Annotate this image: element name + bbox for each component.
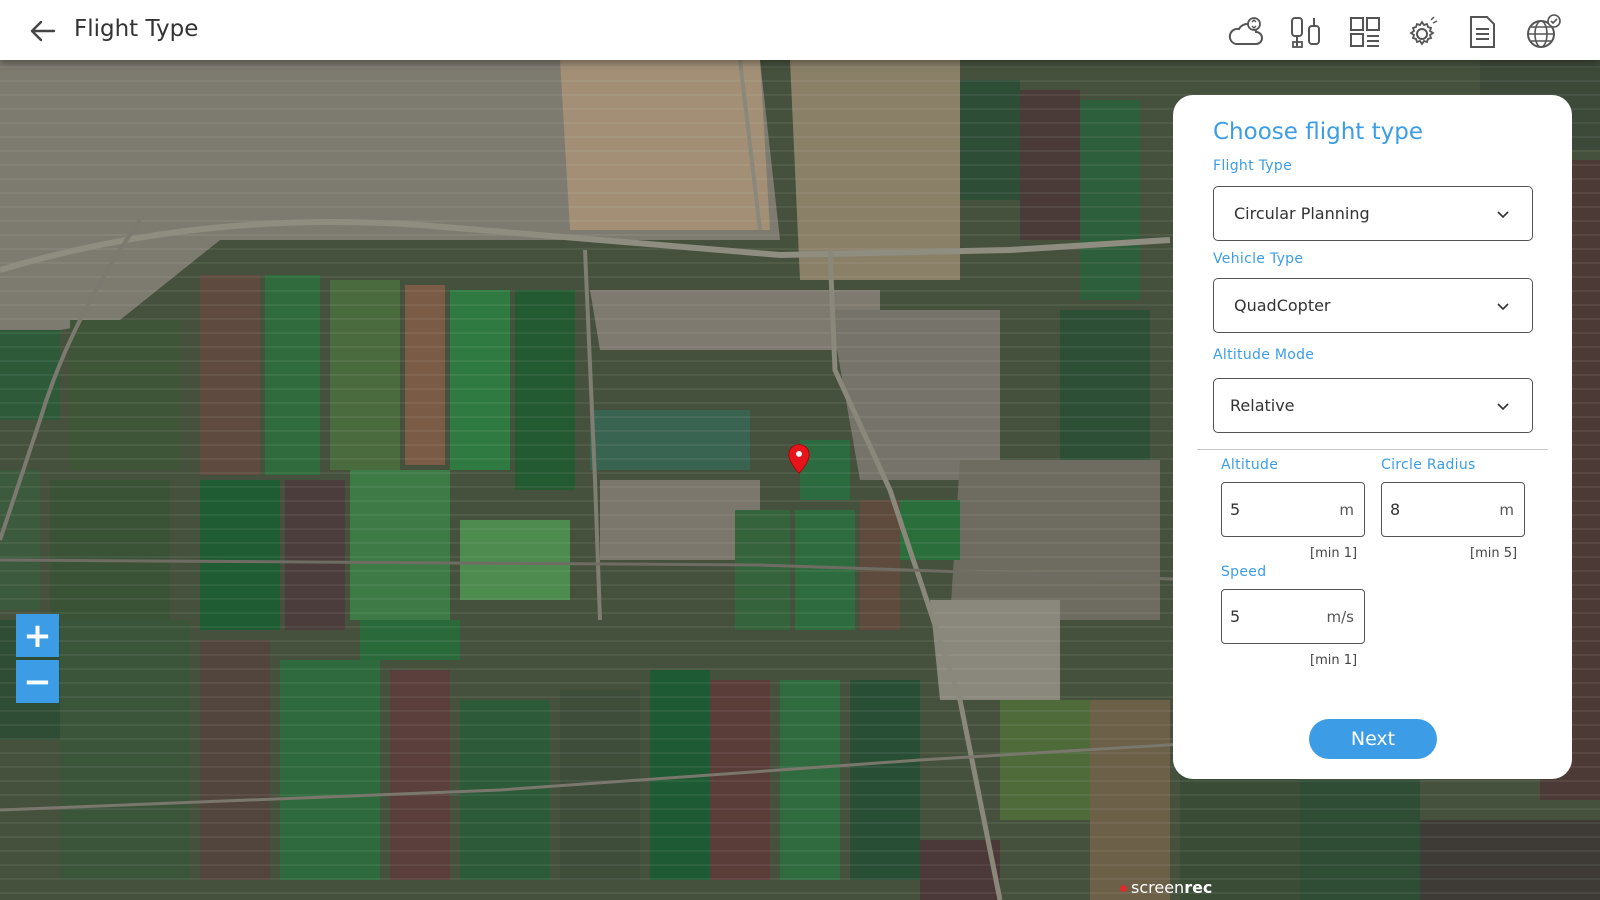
speed-input[interactable]: 5 m/s: [1221, 589, 1365, 644]
altitude-unit: m: [1339, 501, 1354, 519]
speed-label: Speed: [1221, 564, 1267, 580]
watermark-suffix: rec: [1184, 878, 1213, 897]
chevron-down-icon: [1496, 399, 1510, 413]
flight-type-value: Circular Planning: [1234, 204, 1370, 223]
cloud-sync-icon[interactable]: [1226, 12, 1266, 52]
record-dot-icon: [1120, 885, 1127, 892]
location-marker-icon[interactable]: [788, 443, 814, 479]
circle-radius-label: Circle Radius: [1381, 457, 1476, 473]
zoom-out-button[interactable]: −: [16, 660, 59, 703]
circle-radius-input[interactable]: 8 m: [1381, 482, 1525, 537]
zoom-in-button[interactable]: +: [16, 614, 59, 657]
speed-hint: [min 1]: [1310, 653, 1358, 668]
speed-value: 5: [1230, 607, 1241, 626]
settings-gear-icon[interactable]: [1403, 12, 1443, 52]
top-bar: Flight Type: [0, 0, 1600, 60]
altitude-label: Altitude: [1221, 457, 1279, 473]
globe-check-icon[interactable]: [1523, 12, 1563, 52]
watermark-prefix: screen: [1131, 878, 1185, 897]
altitude-mode-select[interactable]: Relative: [1213, 378, 1533, 433]
chevron-down-icon: [1496, 299, 1510, 313]
layout-icon[interactable]: [1345, 12, 1385, 52]
circle-radius-unit: m: [1499, 501, 1514, 519]
page-title: Flight Type: [74, 16, 199, 42]
altitude-hint: [min 1]: [1310, 546, 1358, 561]
altitude-value: 5: [1230, 500, 1241, 519]
drone-controls-icon[interactable]: [1287, 12, 1327, 52]
back-arrow-icon[interactable]: [26, 14, 60, 48]
flight-type-panel: Choose flight type Flight Type Circular …: [1173, 95, 1572, 779]
altitude-mode-label: Altitude Mode: [1213, 347, 1315, 363]
speed-unit: m/s: [1326, 608, 1354, 626]
panel-title: Choose flight type: [1213, 119, 1423, 145]
circle-radius-hint: [min 5]: [1470, 546, 1518, 561]
vehicle-type-label: Vehicle Type: [1213, 251, 1304, 267]
vehicle-type-value: QuadCopter: [1234, 296, 1331, 315]
next-button[interactable]: Next: [1309, 719, 1437, 759]
chevron-down-icon: [1496, 207, 1510, 221]
vehicle-type-select[interactable]: QuadCopter: [1213, 278, 1533, 333]
flight-type-label: Flight Type: [1213, 158, 1292, 174]
altitude-mode-value: Relative: [1230, 396, 1295, 415]
document-icon[interactable]: [1462, 12, 1502, 52]
altitude-input[interactable]: 5 m: [1221, 482, 1365, 537]
screenrec-watermark: screenrec: [1120, 878, 1212, 897]
flight-type-select[interactable]: Circular Planning: [1213, 186, 1533, 241]
section-divider: [1197, 449, 1548, 450]
circle-radius-value: 8: [1390, 500, 1401, 519]
